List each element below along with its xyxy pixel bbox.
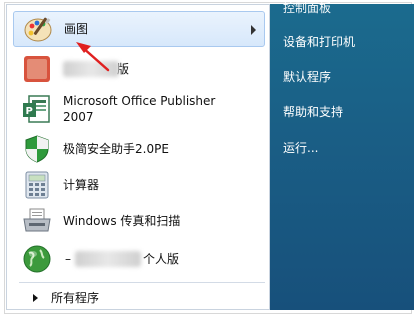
redaction-dash: –	[65, 252, 71, 266]
redaction-blur	[75, 251, 141, 267]
program-item-paint[interactable]: 画图	[13, 11, 265, 47]
separator	[19, 282, 265, 283]
globe-icon	[21, 243, 53, 275]
right-item-control-panel[interactable]: 控制面板	[283, 0, 331, 18]
program-item-fax-scan[interactable]: Windows 传真和扫描	[13, 203, 265, 239]
right-item-default-programs[interactable]: 默认程序	[283, 67, 331, 87]
paint-icon	[22, 13, 54, 45]
submenu-arrow-icon[interactable]	[251, 25, 256, 35]
program-item-calculator[interactable]: 计算器	[13, 167, 265, 203]
app-icon-redacted	[21, 53, 53, 85]
svg-text:P: P	[26, 106, 33, 117]
shield-icon	[21, 133, 53, 165]
program-label: 个人版	[143, 252, 180, 266]
start-menu-programs-pane: 画图 版 P Microsoft Office Publisher 2007 极…	[6, 4, 270, 310]
start-menu-right-pane: 控制面板 设备和打印机 默认程序 帮助和支持 运行...	[270, 1, 414, 310]
all-programs-button[interactable]: 所有程序	[13, 287, 265, 309]
publisher-icon: P	[21, 93, 53, 125]
right-item-run[interactable]: 运行...	[283, 138, 318, 158]
program-item-redacted-personal[interactable]: – 个人版	[13, 241, 265, 277]
fax-icon	[21, 205, 53, 237]
redaction-blur	[63, 61, 119, 77]
calculator-icon	[21, 169, 53, 201]
program-item-security-assistant[interactable]: 极简安全助手2.0PE	[13, 131, 265, 167]
program-label: Windows 传真和扫描	[63, 214, 181, 228]
program-label: 极简安全助手2.0PE	[63, 142, 169, 156]
all-programs-label: 所有程序	[51, 291, 100, 305]
all-programs-arrow-icon	[33, 294, 38, 302]
right-item-devices-printers[interactable]: 设备和打印机	[283, 32, 355, 52]
right-item-help-support[interactable]: 帮助和支持	[283, 102, 343, 122]
program-item-publisher[interactable]: P Microsoft Office Publisher 2007	[13, 89, 265, 129]
program-label: Microsoft Office Publisher 2007	[63, 94, 216, 124]
program-label: 画图	[64, 22, 89, 36]
program-item-redacted[interactable]: 版	[13, 51, 265, 87]
program-label: 计算器	[63, 178, 100, 192]
